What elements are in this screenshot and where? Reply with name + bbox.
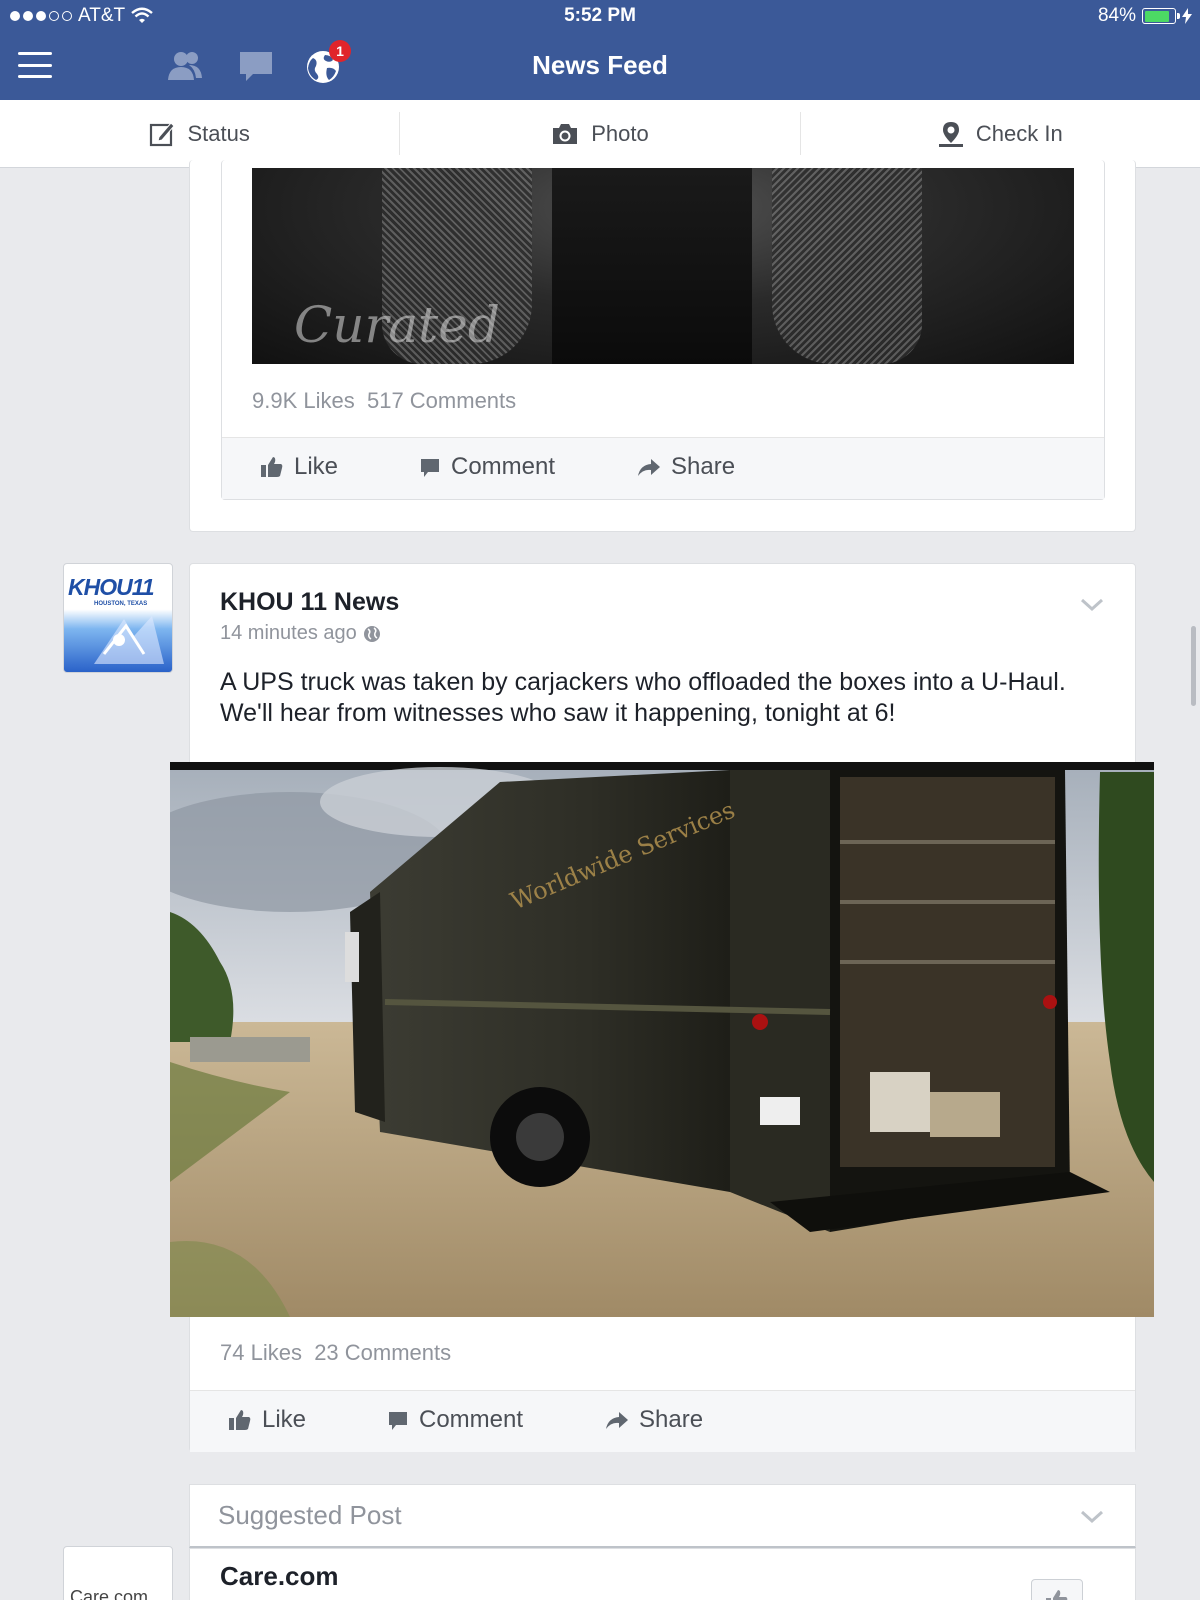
- chevron-down-icon[interactable]: [1080, 1509, 1104, 1525]
- suggested-post-label: Suggested Post: [218, 1500, 402, 1530]
- share-button[interactable]: Share: [637, 453, 735, 481]
- comment-label: Comment: [451, 453, 556, 480]
- camera-icon: [553, 123, 578, 144]
- like-button[interactable]: Like: [228, 1406, 306, 1434]
- top-bar: AT&T 5:52 PM 84% 1 News Feed: [0, 0, 1200, 100]
- thumbs-up-icon: [1046, 1590, 1068, 1600]
- comments-count[interactable]: 23 Comments: [314, 1340, 451, 1365]
- battery-percent: 84%: [1097, 5, 1136, 26]
- post-text: A UPS truck was taken by carjackers who …: [220, 668, 1066, 727]
- photo-signature: Curated: [294, 296, 500, 354]
- page-like-button[interactable]: [1031, 1579, 1083, 1600]
- post-author[interactable]: KHOU 11 News: [220, 588, 399, 617]
- post-photo[interactable]: Curated: [252, 168, 1074, 364]
- post-actions: Like Comment Share: [222, 437, 1104, 499]
- status-bar: AT&T 5:52 PM 84%: [0, 0, 1200, 32]
- likes-count[interactable]: 74 Likes: [220, 1340, 302, 1365]
- suggested-post-header: Suggested Post: [189, 1484, 1136, 1548]
- share-label: Share: [671, 453, 736, 480]
- avatar-khou[interactable]: KHOU11 HOUSTON, TEXAS: [63, 563, 173, 673]
- post-stats: 9.9K Likes 517 Comments: [252, 388, 516, 414]
- share-label: Share: [639, 1406, 704, 1433]
- status-button[interactable]: Status: [0, 112, 401, 155]
- status-bar-right: 84%: [1098, 5, 1192, 27]
- share-button[interactable]: Share: [605, 1406, 703, 1434]
- post-photo-ups-truck[interactable]: Worldwide Services: [170, 762, 1154, 1317]
- clock: 5:52 PM: [564, 5, 636, 26]
- post-actions-khou: Like Comment Share: [190, 1390, 1135, 1452]
- battery-level-fill: [1144, 10, 1169, 22]
- comment-button[interactable]: Comment: [387, 1406, 523, 1434]
- post-stats-khou: 74 Likes 23 Comments: [220, 1340, 451, 1366]
- likes-count[interactable]: 9.9K Likes: [252, 388, 355, 413]
- post-author[interactable]: Care.com: [220, 1561, 339, 1592]
- edit-icon: [150, 121, 176, 146]
- publisher-bar: Status Photo Check In: [0, 100, 1200, 168]
- photo-button[interactable]: Photo: [400, 112, 801, 155]
- comment-label: Comment: [419, 1406, 524, 1433]
- care-com-logo: Care.com: [70, 1587, 149, 1600]
- like-label: Like: [294, 453, 339, 480]
- like-button[interactable]: Like: [260, 453, 338, 481]
- share-arrow-icon: [638, 459, 660, 476]
- location-pin-icon: [938, 121, 963, 147]
- scrollbar[interactable]: [1191, 626, 1196, 706]
- globe-privacy-icon: [363, 625, 380, 642]
- post-timestamp[interactable]: 14 minutes ago: [220, 622, 381, 645]
- comment-icon: [389, 1412, 407, 1430]
- thumbs-up-icon: [229, 1410, 251, 1430]
- check-in-label: Check In: [975, 120, 1063, 146]
- status-label: Status: [187, 120, 250, 146]
- post-time-label: 14 minutes ago: [220, 622, 357, 644]
- chevron-down-icon[interactable]: [1080, 597, 1104, 613]
- post-card-care-com: Care.com: [189, 1548, 1136, 1600]
- khou-star-icon: [94, 616, 164, 664]
- nav-bar: 1 News Feed: [0, 32, 1200, 100]
- comments-count[interactable]: 517 Comments: [367, 388, 516, 413]
- battery-icon: [1142, 8, 1180, 24]
- comment-button[interactable]: Comment: [419, 453, 555, 481]
- comment-icon: [421, 459, 439, 477]
- page-title: News Feed: [532, 50, 668, 80]
- like-label: Like: [262, 1406, 307, 1433]
- check-in-button[interactable]: Check In: [801, 112, 1200, 155]
- photo-label: Photo: [591, 120, 649, 146]
- charging-icon: [1182, 8, 1192, 24]
- ups-truck-illustration: Worldwide Services: [170, 762, 1154, 1317]
- thumbs-up-icon: [261, 457, 283, 477]
- avatar-care-com[interactable]: Care.com: [63, 1546, 173, 1600]
- share-arrow-icon: [606, 1412, 628, 1429]
